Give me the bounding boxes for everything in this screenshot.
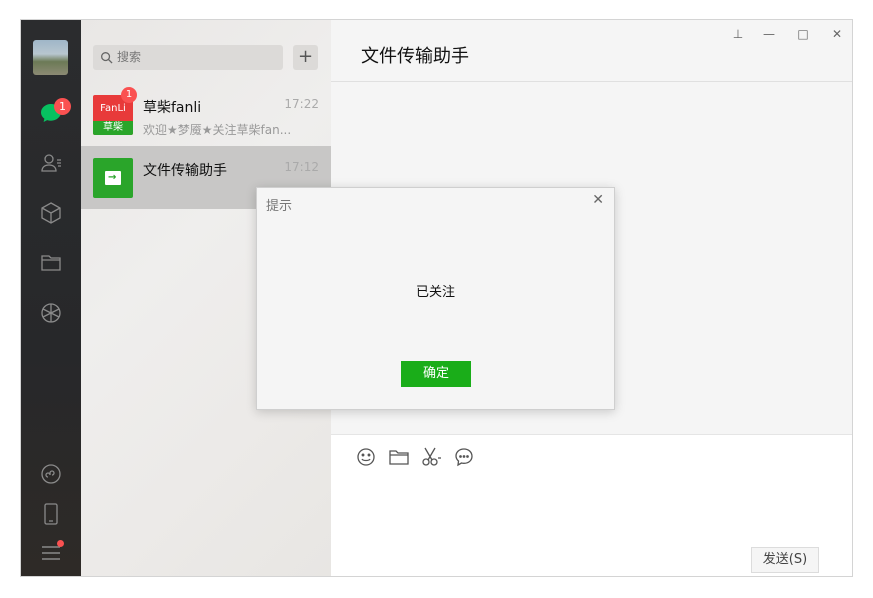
chat-title: 文件传输助手 [361, 46, 469, 67]
chat-unread-badge: 1 [54, 98, 71, 115]
file-transfer-icon: → [93, 158, 133, 198]
emoji-icon[interactable] [355, 446, 377, 468]
notice-dialog: 提示 ✕ 已关注 确定 [256, 187, 615, 410]
search-input[interactable]: 搜索 [93, 45, 283, 70]
dialog-message: 已关注 [415, 285, 455, 300]
chat-last-message: 欢迎★梦魇★关注草柴fan... [143, 123, 292, 137]
chat-item-caochai[interactable]: FanLi 草柴 1 草柴fanli 17:22 欢迎★梦魇★关注草柴fan..… [81, 83, 331, 146]
menu-notification-dot [57, 540, 64, 547]
dialog-ok-button[interactable]: 确定 [401, 361, 471, 387]
logo-text-top: FanLi [100, 103, 126, 114]
phone-icon[interactable] [39, 502, 63, 526]
send-button[interactable]: 发送(S) [751, 547, 819, 573]
chat-time: 17:22 [284, 97, 319, 111]
chat-avatar: → [93, 158, 133, 198]
close-button[interactable]: ✕ [827, 26, 847, 42]
pin-icon[interactable]: ⊥ [728, 26, 748, 42]
file-icon[interactable] [388, 446, 410, 468]
mini-program-icon[interactable] [39, 462, 63, 486]
box-icon[interactable] [39, 201, 63, 225]
chat-name: 文件传输助手 [143, 163, 227, 179]
add-button[interactable]: + [293, 45, 318, 70]
search-icon [101, 52, 113, 64]
minimize-button[interactable]: — [759, 26, 779, 42]
logo-text-bottom: 草柴 [93, 121, 133, 135]
moments-icon[interactable] [39, 301, 63, 325]
contacts-icon[interactable] [39, 151, 63, 175]
screenshot-icon[interactable] [420, 446, 442, 468]
unread-badge: 1 [121, 87, 137, 103]
search-placeholder: 搜索 [117, 50, 142, 64]
chat-header: 文件传输助手 ⊥ — □ ✕ [331, 20, 852, 82]
sidebar: 1 [21, 20, 81, 576]
dialog-title: 提示 [266, 199, 293, 214]
chat-time: 17:12 [284, 160, 319, 174]
chat-history-icon[interactable] [453, 446, 475, 468]
dialog-close-icon[interactable]: ✕ [592, 192, 604, 208]
message-input-area[interactable]: 发送(S) [331, 434, 852, 576]
chat-name: 草柴fanli [143, 100, 202, 116]
folder-icon[interactable] [39, 251, 63, 275]
maximize-button[interactable]: □ [793, 26, 813, 42]
user-avatar[interactable] [33, 40, 68, 75]
